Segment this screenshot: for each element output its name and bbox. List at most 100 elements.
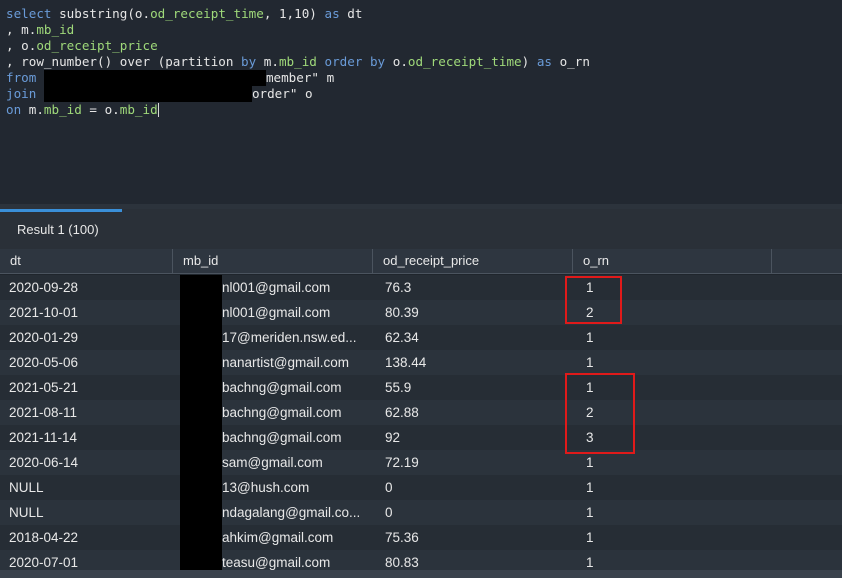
field-mb-id: mb_id — [119, 102, 158, 117]
code-text: , m. — [6, 22, 37, 37]
highlight-box — [565, 373, 635, 454]
table-row[interactable]: 2020-09-28 nl001@gmail.com 76.3 1 — [0, 275, 842, 300]
cell-o-rn[interactable]: 1 — [586, 475, 766, 500]
cell-mb-id[interactable]: ndagalang@gmail.co... — [222, 500, 370, 525]
cell-od-receipt-price[interactable]: 0 — [385, 500, 565, 525]
cell-dt[interactable]: NULL — [9, 500, 169, 525]
code-line-2: , m.mb_id — [6, 22, 842, 38]
code-text: , o. — [6, 38, 37, 53]
table-row[interactable]: 2021-05-21 bachng@gmail.com 55.9 1 — [0, 375, 842, 400]
cell-od-receipt-price[interactable]: 92 — [385, 425, 565, 450]
cell-dt[interactable]: 2021-08-11 — [9, 400, 169, 425]
cell-mb-id[interactable]: 17@meriden.nsw.ed... — [222, 325, 370, 350]
cell-od-receipt-price[interactable]: 76.3 — [385, 275, 565, 300]
field-od-receipt-time: od_receipt_time — [150, 6, 264, 21]
code-text: , 1,10) — [263, 6, 325, 21]
column-header-o-rn[interactable]: o_rn — [573, 249, 772, 274]
highlight-box — [565, 276, 622, 324]
table-row[interactable]: 2020-01-29 17@meriden.nsw.ed... 62.34 1 — [0, 325, 842, 350]
column-header-label: od_receipt_price — [383, 253, 480, 268]
code-text: m. — [21, 102, 44, 117]
keyword-on: on — [6, 102, 22, 117]
cell-od-receipt-price[interactable]: 62.34 — [385, 325, 565, 350]
cell-od-receipt-price[interactable]: 138.44 — [385, 350, 565, 375]
code-text: substring(o. — [51, 6, 151, 21]
cell-mb-id[interactable]: sam@gmail.com — [222, 450, 370, 475]
cell-mb-id[interactable]: nanartist@gmail.com — [222, 350, 370, 375]
table-row[interactable]: 2021-11-14 bachng@gmail.com 92 3 — [0, 425, 842, 450]
cell-od-receipt-price[interactable]: 75.36 — [385, 525, 565, 550]
result-tab-strip: Result 1 (100) — [0, 209, 842, 249]
code-text: ) — [521, 54, 537, 69]
code-text: , row_number() over (partition — [6, 54, 242, 69]
table-row[interactable]: 2018-04-22 ahkim@gmail.com 75.36 1 — [0, 525, 842, 550]
result-grid: dt mb_id od_receipt_price o_rn 2020-09-2… — [0, 249, 842, 578]
column-header-dt[interactable]: dt — [0, 249, 173, 274]
field-od-receipt-price: od_receipt_price — [36, 38, 158, 53]
cell-dt[interactable]: 2021-05-21 — [9, 375, 169, 400]
redacted-block — [43, 70, 266, 86]
table-row[interactable]: 2021-10-01 nl001@gmail.com 80.39 2 — [0, 300, 842, 325]
code-text: o. — [385, 54, 408, 69]
tab-label: Result 1 (100) — [17, 222, 99, 237]
cell-o-rn[interactable]: 1 — [586, 500, 766, 525]
cell-mb-id[interactable]: bachng@gmail.com — [222, 375, 370, 400]
cell-o-rn[interactable]: 1 — [586, 525, 766, 550]
table-row[interactable]: NULL 13@hush.com 0 1 — [0, 475, 842, 500]
redacted-block — [180, 275, 222, 578]
code-line-3: , o.od_receipt_price — [6, 38, 842, 54]
cell-mb-id[interactable]: bachng@gmail.com — [222, 425, 370, 450]
table-row[interactable]: 2020-05-06 nanartist@gmail.com 138.44 1 — [0, 350, 842, 375]
code-text: member" m — [265, 70, 335, 85]
cell-dt[interactable]: NULL — [9, 475, 169, 500]
code-text: order" o — [251, 86, 313, 101]
cell-mb-id[interactable]: 13@hush.com — [222, 475, 370, 500]
cell-dt[interactable]: 2020-01-29 — [9, 325, 169, 350]
keyword-from: from — [6, 70, 37, 85]
horizontal-scrollbar[interactable] — [0, 570, 842, 578]
sql-editor[interactable]: select substring(o.od_receipt_time, 1,10… — [0, 0, 842, 204]
column-header-label: o_rn — [583, 253, 610, 268]
field-mb-id: mb_id — [43, 102, 82, 117]
cell-od-receipt-price[interactable]: 62.88 — [385, 400, 565, 425]
cell-dt[interactable]: 2021-10-01 — [9, 300, 169, 325]
cell-o-rn[interactable]: 1 — [586, 325, 766, 350]
code-line-1: select substring(o.od_receipt_time, 1,10… — [6, 6, 842, 22]
cell-od-receipt-price[interactable]: 80.39 — [385, 300, 565, 325]
code-line-7: on m.mb_id = o.mb_id — [6, 102, 842, 118]
cell-dt[interactable]: 2020-09-28 — [9, 275, 169, 300]
cell-dt[interactable]: 2018-04-22 — [9, 525, 169, 550]
cell-od-receipt-price[interactable]: 55.9 — [385, 375, 565, 400]
cell-dt[interactable]: 2021-11-14 — [9, 425, 169, 450]
table-row[interactable]: 2021-08-11 bachng@gmail.com 62.88 2 — [0, 400, 842, 425]
cell-mb-id[interactable]: nl001@gmail.com — [222, 300, 370, 325]
field-mb-id: mb_id — [36, 22, 75, 37]
cell-od-receipt-price[interactable]: 0 — [385, 475, 565, 500]
code-text: m. — [256, 54, 279, 69]
field-mb-id: mb_id — [278, 54, 317, 69]
column-header-mb-id[interactable]: mb_id — [173, 249, 373, 274]
code-line-4: , row_number() over (partition by m.mb_i… — [6, 54, 842, 70]
keyword-join: join — [6, 86, 37, 101]
keyword-as: as — [324, 6, 340, 21]
keyword-by: by — [241, 54, 257, 69]
keyword-select: select — [6, 6, 52, 21]
table-row[interactable]: NULL ndagalang@gmail.co... 0 1 — [0, 500, 842, 525]
keyword-as: as — [536, 54, 552, 69]
code-text: dt — [339, 6, 363, 21]
column-header-filler — [772, 249, 842, 274]
text-caret — [157, 103, 159, 117]
code-line-6: join order" o — [6, 86, 842, 102]
cell-mb-id[interactable]: nl001@gmail.com — [222, 275, 370, 300]
cell-od-receipt-price[interactable]: 72.19 — [385, 450, 565, 475]
cell-mb-id[interactable]: bachng@gmail.com — [222, 400, 370, 425]
cell-o-rn[interactable]: 1 — [586, 350, 766, 375]
cell-dt[interactable]: 2020-05-06 — [9, 350, 169, 375]
field-od-receipt-time: od_receipt_time — [407, 54, 522, 69]
cell-dt[interactable]: 2020-06-14 — [9, 450, 169, 475]
column-header-od-receipt-price[interactable]: od_receipt_price — [373, 249, 573, 274]
table-row[interactable]: 2020-06-14 sam@gmail.com 72.19 1 — [0, 450, 842, 475]
code-text: = o. — [81, 102, 120, 117]
cell-mb-id[interactable]: ahkim@gmail.com — [222, 525, 370, 550]
tab-result-1[interactable]: Result 1 (100) — [0, 209, 122, 249]
